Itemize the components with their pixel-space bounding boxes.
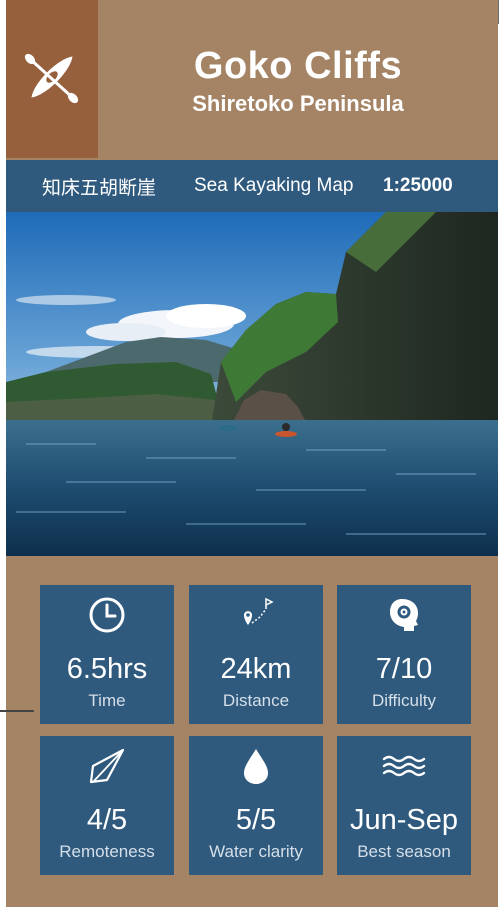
pointer-line [0, 710, 34, 712]
kayak-icon [21, 46, 83, 113]
stat-tile-distance: 24km Distance [189, 585, 323, 724]
stat-label: Best season [357, 842, 451, 861]
stat-tile-time: 6.5hrs Time [40, 585, 174, 724]
kayak-badge [6, 0, 98, 158]
clock-icon [88, 596, 126, 639]
page-title: Goko Cliffs [193, 45, 403, 87]
water-drop-icon [238, 746, 274, 791]
stat-tile-water-clarity: 5/5 Water clarity [189, 736, 323, 875]
map-scale: 1:25000 [383, 175, 453, 196]
landscape-photo [6, 212, 498, 556]
stat-tile-remoteness: 4/5 Remoteness [40, 736, 174, 875]
stat-tile-best-season: Jun-Sep Best season [337, 736, 471, 875]
stat-label: Difficulty [372, 691, 436, 710]
stat-label: Water clarity [209, 842, 303, 861]
stat-label: Remoteness [59, 842, 155, 861]
route-card: Goko Cliffs Shiretoko Peninsula 知床五胡断崖 S… [6, 0, 498, 907]
route-icon [236, 595, 276, 640]
stat-value: 4/5 [86, 804, 128, 836]
stat-value: 5/5 [235, 804, 277, 836]
waves-icon [381, 751, 427, 786]
japanese-place-name: 知床五胡断崖 [42, 177, 157, 199]
compass-icon [87, 746, 127, 791]
map-info-band: 知床五胡断崖 Sea Kayaking Map 1:25000 [6, 160, 498, 212]
stat-label: Distance [222, 691, 290, 710]
stat-value: 7/10 [375, 653, 433, 685]
stat-label: Time [88, 691, 126, 710]
card-header: Goko Cliffs Shiretoko Peninsula [6, 0, 498, 158]
stat-value: Jun-Sep [349, 804, 458, 836]
stat-value: 6.5hrs [66, 653, 148, 685]
stat-value: 24km [220, 653, 292, 685]
map-type-label: Sea Kayaking Map [194, 175, 354, 196]
stat-tile-difficulty: 7/10 Difficulty [337, 585, 471, 724]
brain-gear-icon [384, 595, 424, 640]
page-subtitle: Shiretoko Peninsula [192, 91, 404, 116]
